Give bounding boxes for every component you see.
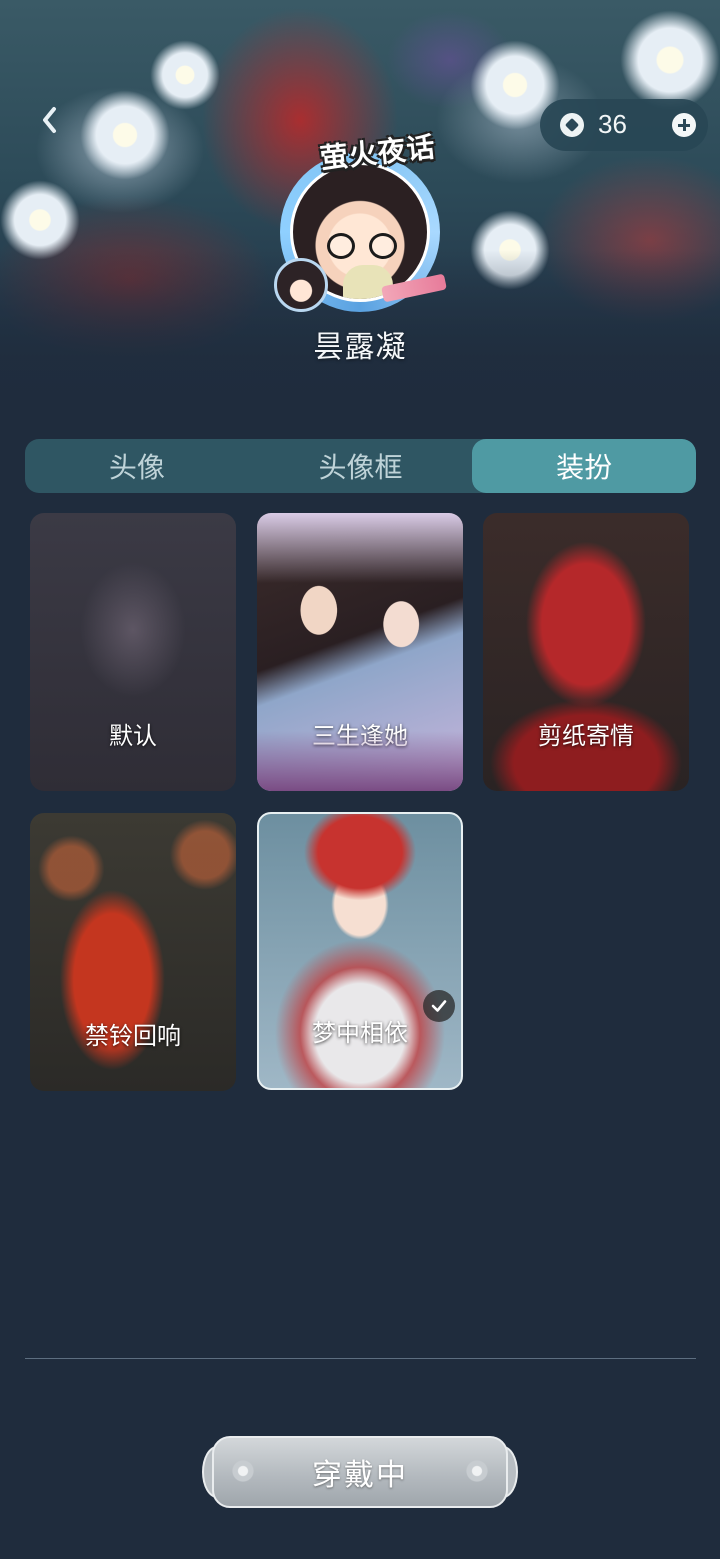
divider: [25, 1358, 696, 1359]
username: 昙露凝: [313, 330, 407, 365]
mini-avatar: [274, 258, 328, 312]
flower-decoration: [0, 180, 80, 260]
outfit-label: 剪纸寄情: [538, 722, 634, 750]
coin-balance: 36: [540, 99, 708, 151]
tab-avatar-frame[interactable]: 头像框: [249, 439, 473, 493]
tab-avatar[interactable]: 头像: [25, 439, 249, 493]
outfit-label: 禁铃回响: [85, 1022, 181, 1050]
outfit-card[interactable]: 三生逢她: [257, 513, 463, 791]
flower-decoration: [620, 10, 720, 110]
avatar[interactable]: 萤火夜话: [272, 130, 452, 312]
outfit-label: 默认: [109, 722, 157, 750]
flower-ornament-icon: [464, 1458, 490, 1484]
coin-count: 36: [598, 109, 627, 139]
outfit-card-selected[interactable]: 梦中相依: [257, 812, 463, 1090]
flower-decoration: [470, 210, 550, 290]
outfit-card-default[interactable]: 默认: [30, 513, 236, 791]
outfit-label: 梦中相依: [312, 1019, 408, 1047]
tab-bar: 头像 头像框 装扮: [25, 439, 696, 493]
glasses-graphic: [327, 233, 397, 259]
flower-decoration: [150, 40, 220, 110]
tab-outfit[interactable]: 装扮: [472, 439, 696, 493]
outfit-card[interactable]: 剪纸寄情: [483, 513, 689, 791]
back-button[interactable]: [30, 100, 70, 140]
flower-ornament-icon: [230, 1458, 256, 1484]
outfit-label: 三生逢她: [312, 722, 408, 750]
add-coins-button[interactable]: [672, 113, 696, 137]
wear-button-label: 穿戴中: [312, 1458, 408, 1493]
flower-decoration: [80, 90, 170, 180]
chevron-left-icon: [43, 107, 56, 133]
coin-icon: [560, 113, 584, 137]
avatar-frame-logo: 萤火夜话: [318, 130, 438, 176]
wear-button[interactable]: 穿戴中: [202, 1436, 518, 1508]
outfit-card[interactable]: 禁铃回响: [30, 813, 236, 1091]
